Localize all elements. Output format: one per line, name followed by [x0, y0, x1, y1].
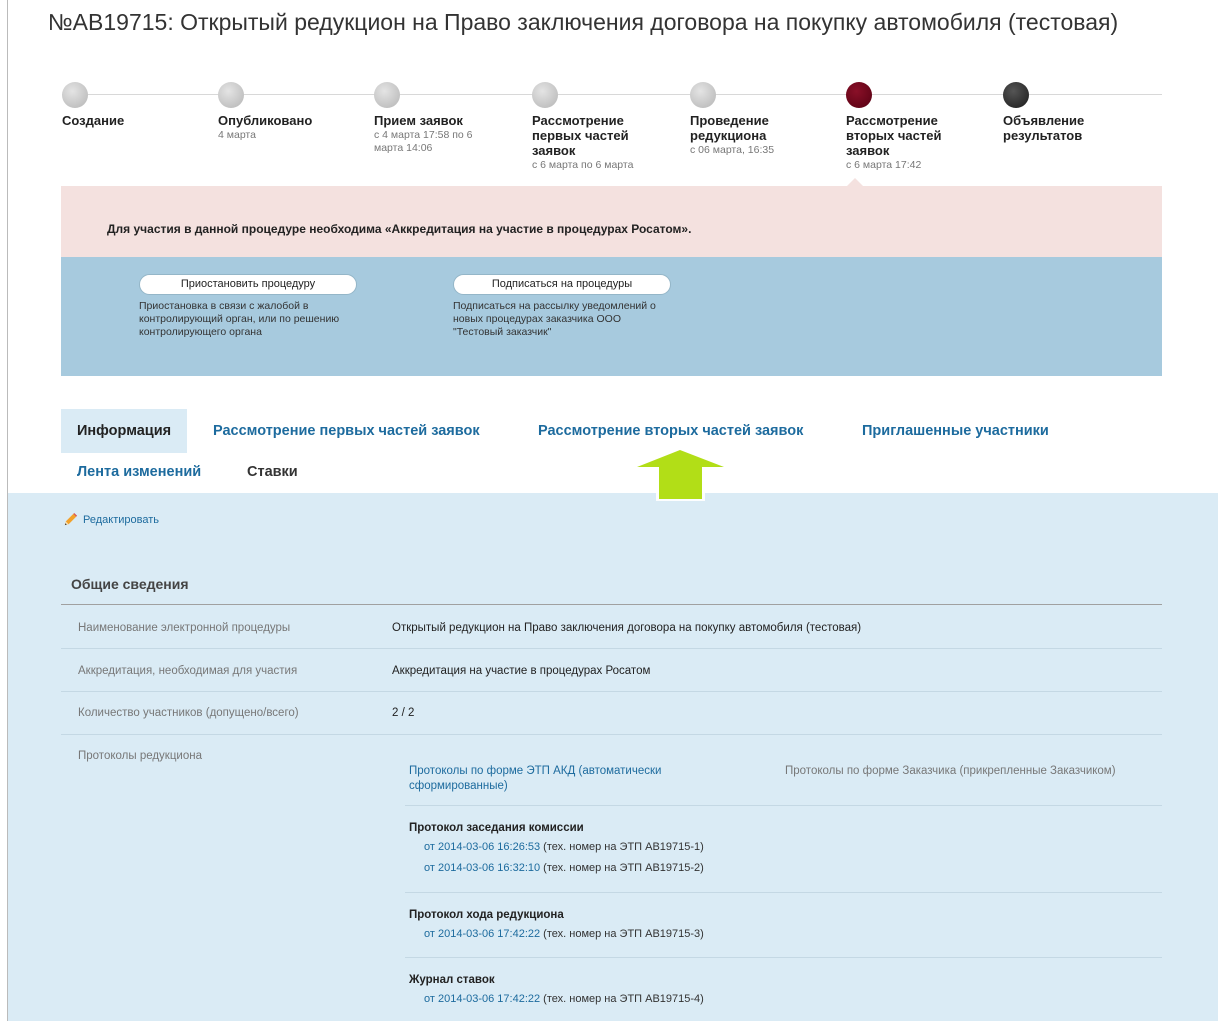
info-label: Аккредитация, необходимая для участия [78, 665, 298, 677]
step-title: Проведение редукциона [690, 113, 769, 143]
step-title: Рассмотрение первых частей заявок [532, 113, 629, 158]
protocol-date-link[interactable]: от 2014-03-06 16:32:10 [424, 862, 540, 874]
info-value: Аккредитация на участие в процедурах Рос… [392, 665, 651, 677]
subscribe-procedures-button[interactable]: Подписаться на процедуры [453, 274, 671, 295]
info-value: 2 / 2 [392, 707, 415, 719]
step-application-intake: Прием заявок с 4 марта 17:58 по 6 марта … [374, 82, 500, 155]
step-creation: Создание [62, 82, 202, 129]
step-second-parts-review: Рассмотрение вторых частей заявок с 6 ма… [846, 82, 981, 172]
pencil-icon [64, 512, 78, 526]
protocol-entry: от 2014-03-06 17:42:22 (тех. номер на ЭТ… [424, 993, 704, 1005]
alert-text: Для участия в данной процедуре необходим… [107, 222, 692, 236]
protocol-entry: от 2014-03-06 16:26:53 (тех. номер на ЭТ… [424, 841, 704, 853]
step-dot-icon [1003, 82, 1029, 108]
info-value: Открытый редукцион на Право заключения д… [392, 622, 862, 634]
edit-label: Редактировать [83, 513, 159, 526]
protocol-tech-number: (тех. номер на ЭТП АВ19715-3) [540, 928, 704, 940]
edit-link[interactable]: Редактировать [63, 512, 159, 527]
step-dot-active-icon [846, 82, 872, 108]
accreditation-alert: Для участия в данной процедуре необходим… [61, 186, 1162, 257]
etp-protocols-link[interactable]: Протоколы по форме ЭТП АКД (автоматическ… [409, 764, 709, 794]
step-published: Опубликовано 4 марта [218, 82, 358, 142]
row-divider [405, 805, 1162, 806]
row-divider [61, 648, 1162, 649]
action-description: Приостановка в связи с жалобой в контрол… [139, 300, 340, 338]
protocol-group-title: Протокол заседания комиссии [409, 822, 584, 834]
row-divider [405, 892, 1162, 893]
action-subscribe: Подписаться на процедуры Подписаться на … [453, 274, 673, 339]
step-title: Опубликовано [218, 113, 313, 128]
action-suspend: Приостановить процедуру Приостановка в с… [139, 274, 359, 339]
step-date: 4 марта [218, 129, 256, 141]
protocol-group-title: Журнал ставок [409, 974, 495, 986]
protocol-tech-number: (тех. номер на ЭТП АВ19715-4) [540, 993, 704, 1005]
suspend-procedure-button[interactable]: Приостановить процедуру [139, 274, 357, 295]
step-title: Создание [62, 113, 125, 128]
protocol-entry: от 2014-03-06 16:32:10 (тех. номер на ЭТ… [424, 862, 704, 874]
step-results: Объявление результатов [1003, 82, 1133, 144]
step-date: с 06 марта, 16:35 [690, 144, 775, 156]
step-title: Прием заявок [374, 113, 463, 128]
tab-bids[interactable]: Ставки [247, 464, 298, 480]
step-first-parts-review: Рассмотрение первых частей заявок с 6 ма… [532, 82, 667, 172]
section-title: Общие сведения [71, 576, 189, 592]
info-label: Наименование электронной процедуры [78, 622, 291, 634]
up-arrow-icon [633, 447, 728, 501]
step-date: с 6 марта по 6 марта [532, 159, 634, 171]
tab-second-parts-review[interactable]: Рассмотрение вторых частей заявок [538, 423, 803, 439]
page-title: №АВ19715: Открытый редукцион на Право за… [48, 9, 1119, 35]
tab-change-feed[interactable]: Лента изменений [77, 464, 201, 480]
tab-information[interactable]: Информация [61, 409, 188, 453]
protocol-group-title: Протокол хода редукциона [409, 909, 564, 921]
protocol-date-link[interactable]: от 2014-03-06 17:42:22 [424, 993, 540, 1005]
protocol-date-link[interactable]: от 2014-03-06 16:26:53 [424, 841, 540, 853]
step-title: Рассмотрение вторых частей заявок [846, 113, 942, 158]
customer-protocols-label: Протоколы по форме Заказчика (прикреплен… [785, 765, 1116, 777]
info-label: Количество участников (допущено/всего) [78, 707, 299, 719]
row-divider [61, 734, 1162, 735]
protocol-tech-number: (тех. номер на ЭТП АВ19715-1) [540, 841, 704, 853]
row-divider [61, 691, 1162, 692]
step-dot-icon [532, 82, 558, 108]
tab-first-parts-review[interactable]: Рассмотрение первых частей заявок [213, 423, 480, 439]
action-description: Подписаться на рассылку уведомлений о но… [453, 300, 656, 338]
step-dot-icon [62, 82, 88, 108]
procedure-actions-panel: Приостановить процедуру Приостановка в с… [61, 257, 1162, 376]
protocol-date-link[interactable]: от 2014-03-06 17:42:22 [424, 928, 540, 940]
protocol-entry: от 2014-03-06 17:42:22 (тех. номер на ЭТ… [424, 928, 704, 940]
step-dot-icon [218, 82, 244, 108]
tab-invited-participants[interactable]: Приглашенные участники [862, 423, 1049, 439]
step-date: с 6 марта 17:42 [846, 159, 922, 171]
info-label: Протоколы редукциона [78, 750, 202, 762]
row-divider [405, 957, 1162, 958]
protocol-tech-number: (тех. номер на ЭТП АВ19715-2) [540, 862, 704, 874]
step-dot-icon [374, 82, 400, 108]
step-title: Объявление результатов [1003, 113, 1085, 143]
step-date: с 4 марта 17:58 по 6 марта 14:06 [374, 129, 473, 154]
step-dot-icon [690, 82, 716, 108]
step-reduction: Проведение редукциона с 06 марта, 16:35 [690, 82, 820, 157]
section-divider [61, 604, 1162, 605]
